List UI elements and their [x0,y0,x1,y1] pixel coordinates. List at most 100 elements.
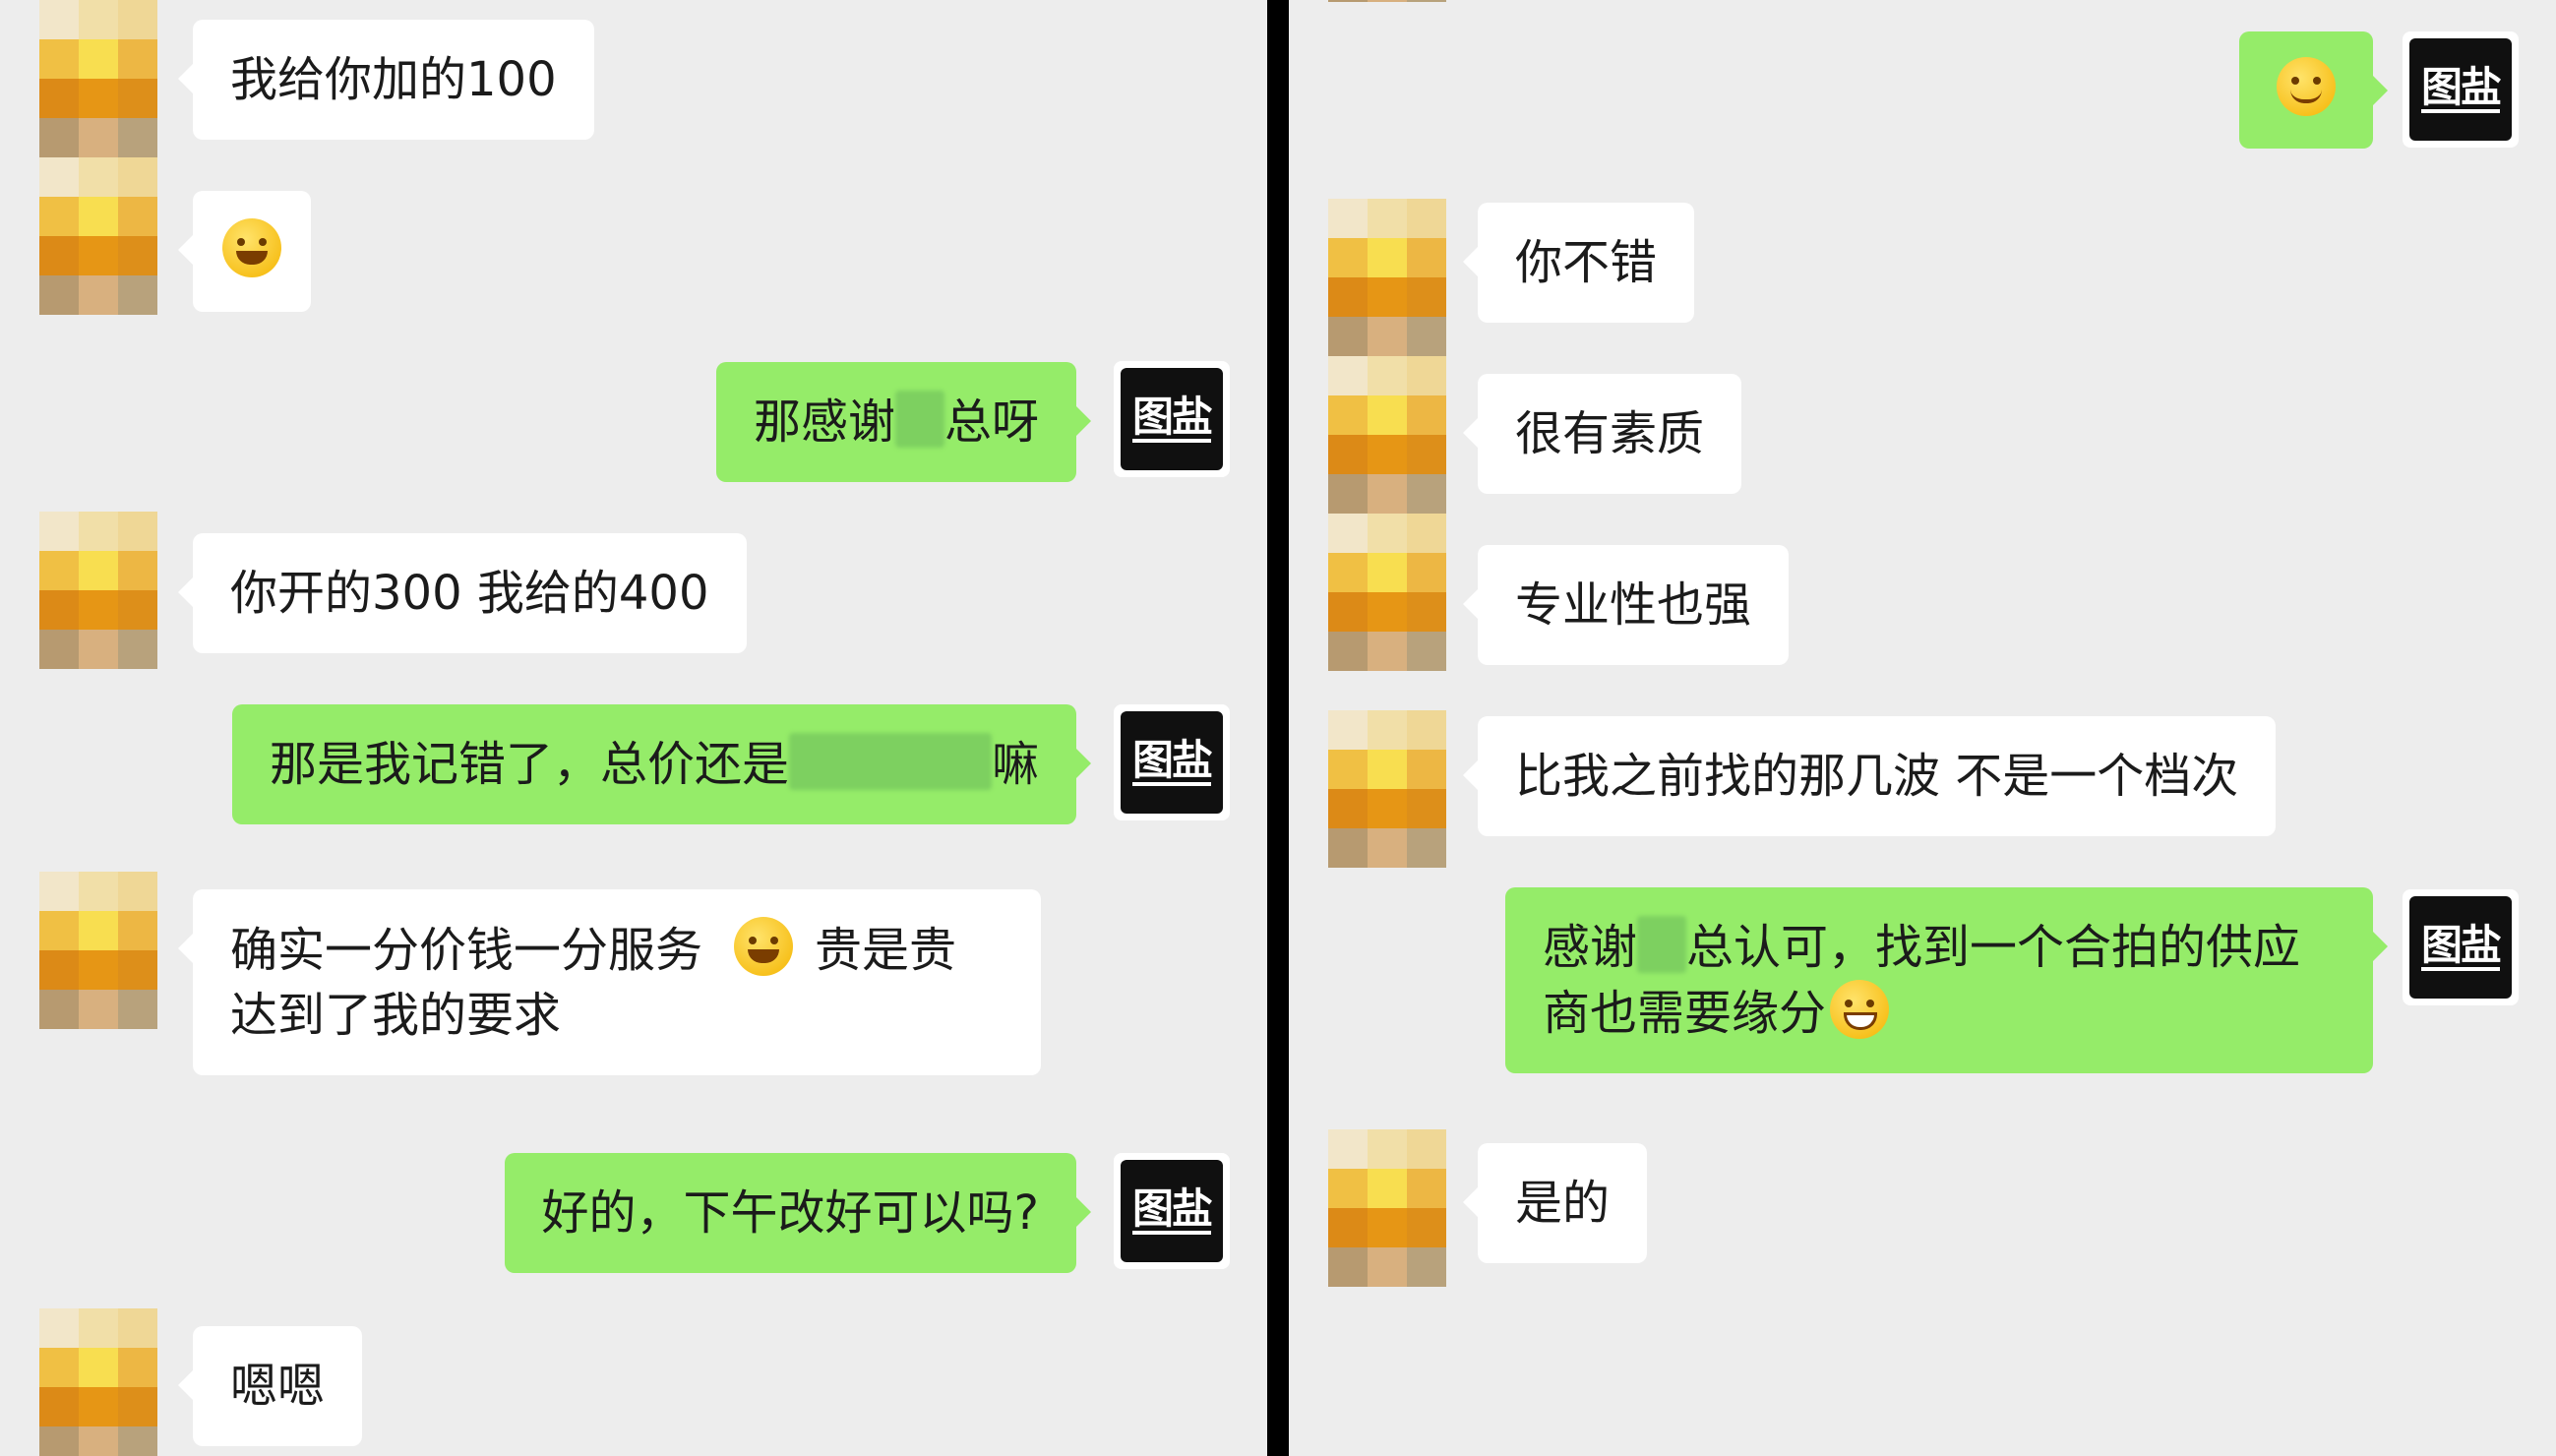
message-bubble-outgoing[interactable]: 那是我记错了，总价还是 嘛 [231,704,1092,824]
message-bubble-outgoing[interactable]: 好的，下午改好可以吗? [504,1153,1092,1273]
avatar-pixel [39,197,79,236]
contact-avatar[interactable] [1328,0,1446,2]
message-text: 感谢 [1543,920,1638,975]
avatar-pixel [1328,553,1368,592]
contact-avatar[interactable] [1328,710,1446,868]
avatar-pixel [118,118,157,157]
avatar-pixel [118,39,157,79]
message-text: 确实一分价钱一分服务 [230,923,703,978]
avatar-pixel [1407,592,1446,632]
message-text: 那感谢 [753,394,895,450]
avatar-pixel [118,590,157,630]
message-bubble-incoming[interactable] [178,191,311,312]
message-line: 商也需要缘分 [1543,980,2336,1046]
message-bubble-outgoing[interactable]: 感谢 总认可，找到一个合拍的供应 商也需要缘分 [1505,887,2388,1073]
message-bubble-incoming[interactable]: 专业性也强 [1462,545,1790,665]
avatar-pixel [39,157,79,197]
avatar-pixel [1407,199,1446,238]
avatar-pixel [1328,828,1368,868]
avatar-pixel [79,990,118,1029]
avatar-pixel [1407,395,1446,435]
avatar-pixel [1328,1129,1368,1169]
avatar-pixel [118,990,157,1029]
avatar-pixel [39,590,79,630]
avatar-pixel [79,911,118,950]
message-bubble-incoming[interactable]: 我给你加的100 [178,20,594,140]
avatar-pixel [1368,277,1407,317]
chat-panel-left: 我给你加的100 那感谢 总呀 图盐 你开的300 我给的400 那是我记错了，总… [0,0,1267,1456]
message-text: 嗯嗯 [230,1359,326,1414]
face-with-tears-of-joy-icon [222,218,281,277]
self-avatar-logo: 图盐 [1131,1184,1213,1235]
avatar-pixel [118,551,157,590]
contact-avatar[interactable] [39,512,157,669]
avatar-pixel [1368,317,1407,356]
avatar-pixel [1328,789,1368,828]
message-text: 专业性也强 [1515,577,1752,633]
avatar-pixel [79,1308,118,1348]
avatar-pixel [1368,199,1407,238]
panel-divider [1267,0,1289,1456]
message-bubble-incoming[interactable]: 很有素质 [1462,374,1742,494]
avatar-pixel [118,512,157,551]
avatar-pixel [39,551,79,590]
avatar-pixel [79,872,118,911]
contact-avatar[interactable] [39,1308,157,1456]
message-bubble-incoming[interactable]: 你开的300 我给的400 [178,533,747,653]
avatar-pixel [1328,514,1368,553]
avatar-pixel [39,118,79,157]
avatar-pixel [39,39,79,79]
self-avatar[interactable]: 图盐 [1114,361,1230,477]
self-avatar[interactable]: 图盐 [2403,889,2519,1005]
contact-avatar[interactable] [1328,356,1446,514]
contact-avatar[interactable] [39,872,157,1029]
avatar-pixel [1368,435,1407,474]
self-avatar[interactable]: 图盐 [1114,1153,1230,1269]
message-line: 确实一分价钱一分服务 贵是贵 [230,917,1004,983]
self-avatar[interactable]: 图盐 [1114,704,1230,820]
face-with-tears-of-joy-icon [734,917,794,976]
avatar-pixel [79,275,118,315]
message-bubble-incoming[interactable]: 是的 [1462,1143,1648,1263]
message-bubble-outgoing[interactable]: 那感谢 总呀 [715,362,1092,482]
avatar-pixel [79,79,118,118]
avatar-pixel [1368,514,1407,553]
message-bubble-incoming[interactable]: 确实一分价钱一分服务 贵是贵 达到了我的要求 [178,889,1041,1075]
avatar-pixel [1328,1247,1368,1287]
avatar-pixel [1368,1129,1407,1169]
contact-avatar[interactable] [1328,1129,1446,1287]
contact-avatar[interactable] [39,0,157,157]
message-bubble-incoming[interactable]: 嗯嗯 [177,1326,363,1446]
avatar-pixel [1328,317,1368,356]
avatar-pixel [118,0,157,39]
redacted-name [894,391,944,448]
avatar-pixel [1368,828,1407,868]
self-avatar[interactable]: 图盐 [2403,31,2519,148]
message-line: 达到了我的要求 [230,983,1004,1048]
avatar-pixel [1368,750,1407,789]
contact-avatar[interactable] [39,157,157,315]
avatar-pixel [1368,356,1407,395]
avatar-pixel [1368,553,1407,592]
self-avatar-logo: 图盐 [2420,63,2502,113]
avatar-pixel [1328,238,1368,277]
avatar-pixel [1407,238,1446,277]
avatar-pixel [39,1308,79,1348]
contact-avatar[interactable] [1328,199,1446,356]
contact-avatar[interactable] [1328,514,1446,671]
avatar-pixel [79,118,118,157]
avatar-pixel [118,630,157,669]
avatar-pixel [1368,1208,1407,1247]
avatar-pixel [39,236,79,275]
message-text: 商也需要缘分 [1543,986,1827,1041]
avatar-pixel [39,990,79,1029]
avatar-pixel [1407,789,1446,828]
avatar-pixel [1368,1169,1407,1208]
message-bubble-incoming[interactable]: 比我之前找的那几波 不是一个档次 [1462,716,2277,836]
avatar-pixel [79,950,118,990]
avatar-pixel [39,1348,79,1387]
message-bubble-incoming[interactable]: 你不错 [1462,203,1695,323]
avatar-pixel [79,39,118,79]
message-text: 你不错 [1515,235,1658,290]
message-bubble-outgoing[interactable] [2239,31,2388,149]
